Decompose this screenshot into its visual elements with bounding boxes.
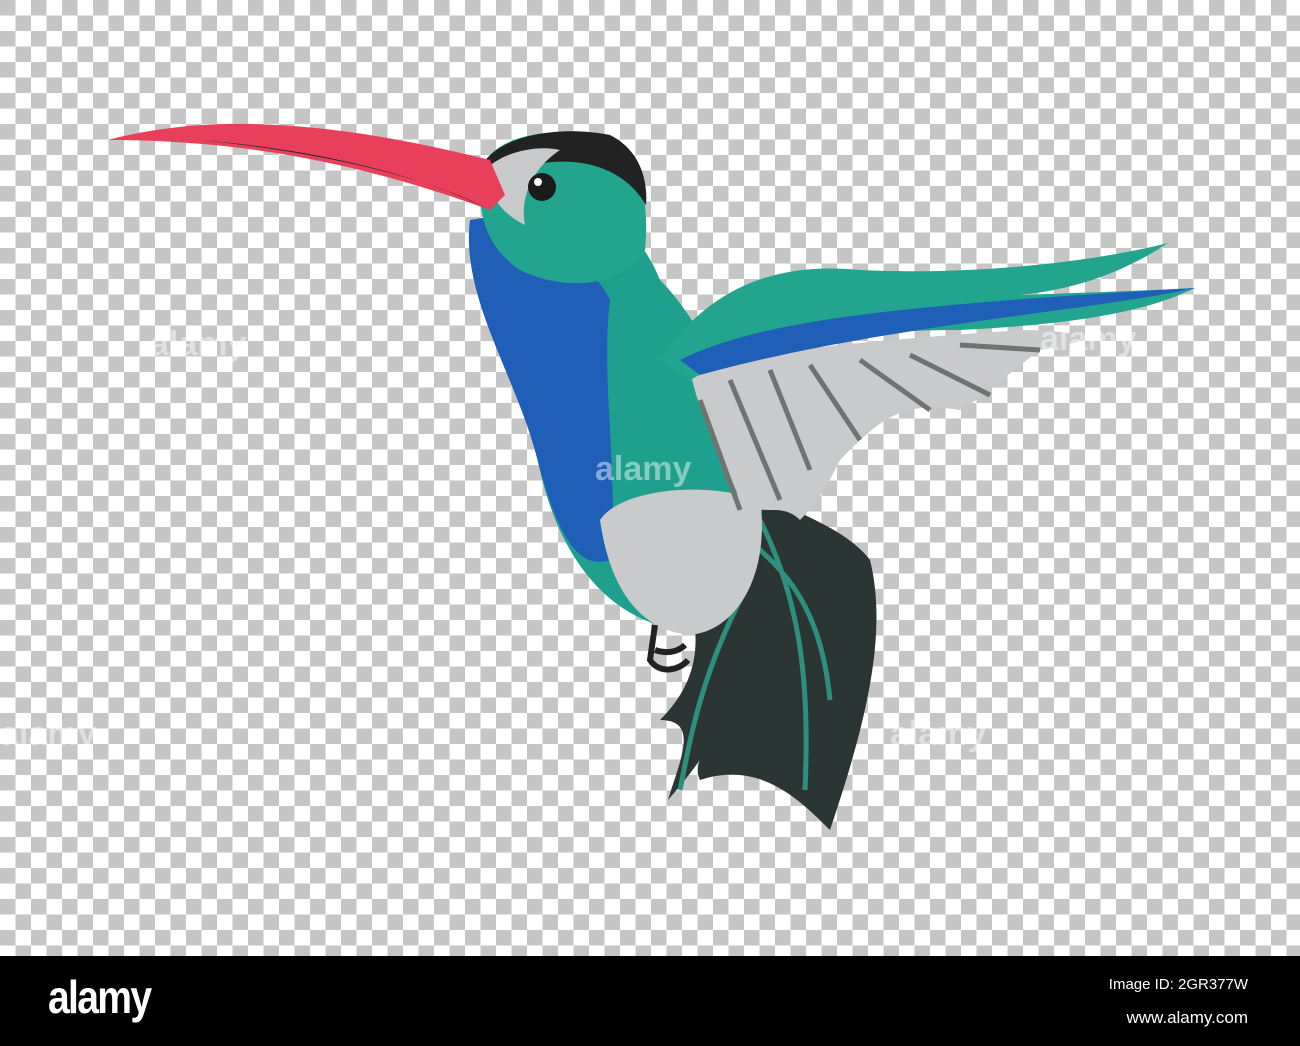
wing [660,243,1195,520]
eye [528,173,556,201]
website-link[interactable]: www.alamy.com [1126,1008,1248,1028]
beak [108,123,505,210]
transparent-checkerboard-background: alamy alamy alamy alamy alamy [0,0,1300,956]
watermark: alamy [1040,320,1137,358]
alamy-logo[interactable]: alamy [48,970,152,1024]
footer-bar: alamy Image ID: 2GR377W www.alamy.com [0,956,1300,1046]
watermark: alamy [595,450,692,488]
watermark: alamy [0,715,97,753]
eye-highlight [534,178,542,186]
image-id: Image ID: 2GR377W [1108,976,1248,993]
watermark: alamy [150,325,247,363]
watermark: alamy [890,715,987,753]
